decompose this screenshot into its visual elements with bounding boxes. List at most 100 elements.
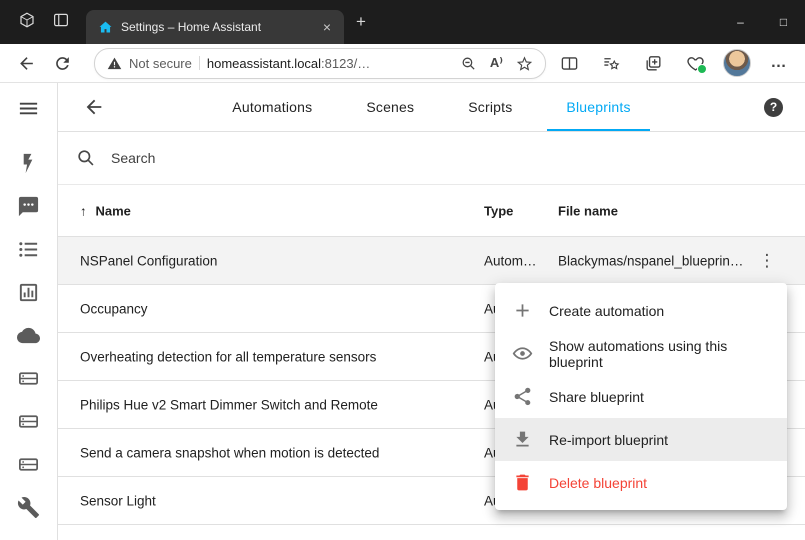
row-name: Occupancy	[80, 301, 148, 316]
sidebar-item-tools[interactable]	[16, 494, 42, 520]
profile-button[interactable]	[719, 47, 755, 79]
help-button[interactable]: ?	[764, 98, 783, 117]
browser-titlebar: Settings – Home Assistant × + – □	[0, 0, 805, 44]
row-overflow-menu-button[interactable]: ⋮	[755, 249, 779, 273]
row-name: Send a camera snapshot when motion is de…	[80, 445, 379, 460]
column-name-label: Name	[96, 203, 131, 218]
read-aloud-icon[interactable]: A⁾	[490, 55, 503, 71]
arrow-left-icon	[83, 96, 105, 118]
menu-item-share-blueprint[interactable]: Share blueprint	[495, 375, 787, 418]
browser-essentials-button[interactable]	[677, 47, 713, 79]
chat-bubble-icon	[17, 195, 40, 218]
bolt-icon	[17, 152, 40, 175]
essentials-status-dot	[697, 64, 707, 74]
bar-chart-icon	[17, 281, 40, 304]
tab-blueprints[interactable]: Blueprints	[539, 83, 657, 131]
sidebar-item-server-3[interactable]	[16, 451, 42, 477]
zoom-out-icon[interactable]	[460, 55, 477, 72]
ellipsis-icon: …	[771, 54, 788, 72]
blueprint-context-menu: Create automation Show automations using…	[495, 283, 787, 510]
column-header-name[interactable]: ↑ Name	[80, 203, 131, 218]
row-name: Philips Hue v2 Smart Dimmer Switch and R…	[80, 397, 378, 412]
address-divider	[199, 56, 200, 70]
url-text: homeassistant.local:8123/…	[207, 56, 370, 71]
favorites-button[interactable]	[593, 47, 629, 79]
cloud-icon	[17, 324, 40, 347]
vertical-tabs-button[interactable]	[44, 5, 78, 39]
menu-item-show-automations[interactable]: Show automations using this blueprint	[495, 332, 787, 375]
download-icon	[512, 429, 533, 450]
back-button[interactable]	[8, 47, 44, 79]
tab-scripts[interactable]: Scripts	[441, 83, 539, 131]
collections-button[interactable]	[635, 47, 671, 79]
menu-item-create-automation[interactable]: Create automation	[495, 289, 787, 332]
sidebar-item-energy[interactable]	[16, 150, 42, 176]
server-icon	[17, 410, 40, 433]
wrench-icon	[17, 496, 40, 519]
address-bar[interactable]: Not secure homeassistant.local:8123/… A⁾	[94, 48, 546, 79]
collections-icon	[644, 54, 663, 73]
sort-ascending-icon: ↑	[80, 203, 87, 218]
window-controls: – □	[719, 0, 805, 44]
not-secure-warning-icon	[107, 56, 122, 71]
sidebar-item-server-2[interactable]	[16, 408, 42, 434]
browser-menu-button[interactable]: …	[761, 47, 797, 79]
workspaces-button[interactable]	[10, 5, 44, 39]
new-tab-button[interactable]: +	[344, 0, 378, 44]
sidebar-item-server-1[interactable]	[16, 365, 42, 391]
browser-toolbar: Not secure homeassistant.local:8123/… A⁾	[0, 44, 805, 83]
menu-item-label: Delete blueprint	[549, 475, 647, 491]
ha-back-button[interactable]	[82, 95, 106, 119]
eye-icon	[512, 343, 533, 364]
row-name: NSPanel Configuration	[80, 253, 217, 268]
tab-scenes[interactable]: Scenes	[339, 83, 441, 131]
server-icon	[17, 453, 40, 476]
tab-title: Settings – Home Assistant	[121, 20, 310, 34]
row-file: Blackymas/nspanel_blueprin…	[558, 253, 743, 268]
search-icon	[76, 148, 96, 168]
menu-item-label: Re-import blueprint	[549, 432, 668, 448]
tab-automations[interactable]: Automations	[205, 83, 339, 131]
table-row-nspanel[interactable]: NSPanel Configuration Autom… Blackymas/n…	[58, 237, 805, 285]
row-type: Autom…	[484, 253, 537, 268]
column-header-file[interactable]: File name	[558, 203, 618, 218]
url-host: homeassistant.local	[207, 56, 321, 71]
sidebar-item-cloud[interactable]	[16, 322, 42, 348]
sidebar-item-todo[interactable]	[16, 236, 42, 262]
menu-item-reimport-blueprint[interactable]: Re-import blueprint	[495, 418, 787, 461]
table-header: ↑ Name Type File name	[58, 185, 805, 237]
search-row	[58, 132, 805, 185]
plus-icon	[512, 300, 533, 321]
column-header-type[interactable]: Type	[484, 203, 513, 218]
list-icon	[17, 238, 40, 261]
ha-tab-bar: Automations Scenes Scripts Blueprints	[205, 83, 657, 131]
refresh-button[interactable]	[44, 47, 80, 79]
ha-sidebar	[0, 83, 58, 540]
workspaces-icon	[18, 11, 36, 34]
profile-avatar	[723, 49, 751, 77]
server-icon	[17, 367, 40, 390]
sidebar-item-logbook[interactable]	[16, 193, 42, 219]
menu-item-delete-blueprint[interactable]: Delete blueprint	[495, 461, 787, 504]
trash-icon	[512, 472, 533, 493]
menu-item-label: Share blueprint	[549, 389, 644, 405]
favorite-star-icon[interactable]	[516, 55, 533, 72]
menu-item-label: Create automation	[549, 303, 664, 319]
active-browser-tab[interactable]: Settings – Home Assistant ×	[86, 10, 344, 44]
search-input[interactable]	[109, 149, 787, 167]
row-name: Overheating detection for all temperatur…	[80, 349, 376, 364]
browser-window: Settings – Home Assistant × + – □ Not se…	[0, 0, 805, 540]
sidebar-item-history[interactable]	[16, 279, 42, 305]
split-screen-button[interactable]	[551, 47, 587, 79]
maximize-button[interactable]: □	[762, 0, 805, 44]
vertical-tabs-icon	[52, 11, 70, 34]
favorites-hub-icon	[602, 54, 621, 73]
security-label: Not secure	[129, 56, 192, 71]
minimize-button[interactable]: –	[719, 0, 762, 44]
close-tab-icon[interactable]: ×	[318, 18, 336, 36]
hamburger-menu-icon	[17, 97, 40, 120]
share-icon	[512, 386, 533, 407]
table-row-set-entities[interactable]: Set entities based on other entities new…	[58, 525, 805, 540]
sidebar-menu-button[interactable]	[16, 95, 42, 121]
url-path: :8123/…	[321, 56, 370, 71]
